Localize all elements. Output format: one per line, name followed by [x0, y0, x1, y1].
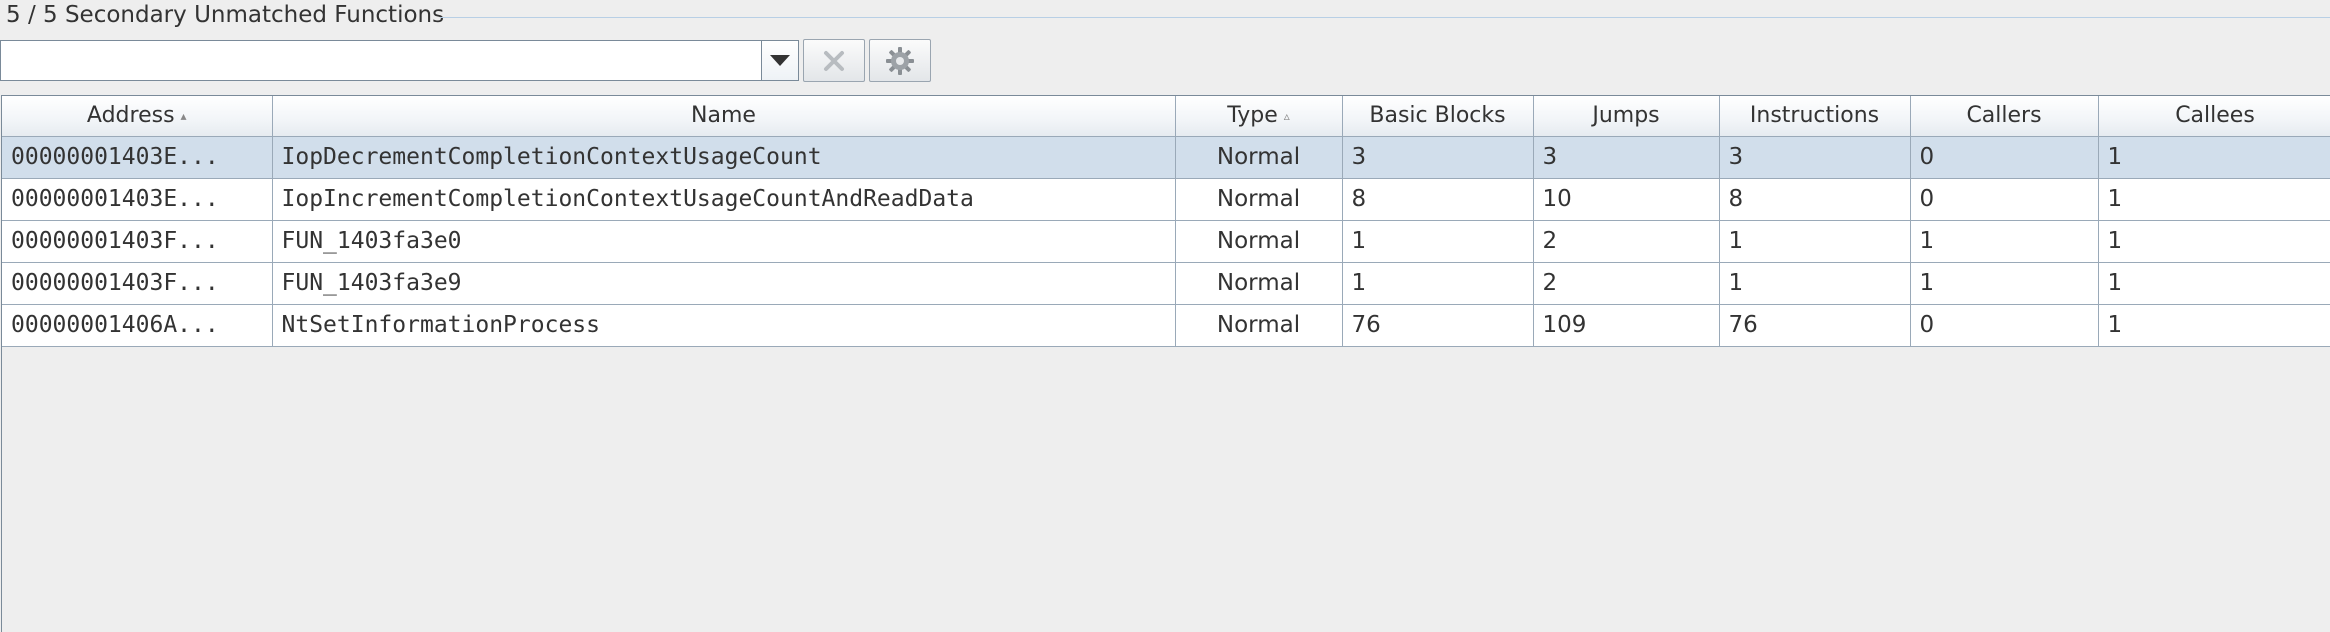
cell-name: NtSetInformationProcess [272, 304, 1176, 347]
table-row[interactable]: 00000001406A... NtSetInformationProcess … [2, 304, 2330, 347]
sort-indicator-icon: ▵ [1283, 109, 1290, 124]
cell-callees: 1 [2098, 178, 2330, 221]
cell-address: 00000001403F... [2, 262, 273, 305]
table-row[interactable]: 00000001403F... FUN_1403fa3e9 Normal 1 2… [2, 262, 2330, 305]
cell-type: Normal [1175, 136, 1343, 179]
cell-callers: 0 [1910, 136, 2099, 179]
clear-filter-button[interactable] [803, 39, 865, 82]
cell-address: 00000001406A... [2, 304, 273, 347]
filter-input[interactable] [1, 41, 761, 80]
cell-instructions: 1 [1719, 262, 1911, 305]
cell-basic-blocks: 1 [1342, 262, 1534, 305]
cell-basic-blocks: 3 [1342, 136, 1534, 179]
column-header-instructions[interactable]: Instructions [1719, 96, 1911, 137]
filter-combobox[interactable] [0, 40, 799, 81]
cell-jumps: 2 [1533, 262, 1720, 305]
cell-name: FUN_1403fa3e0 [272, 220, 1176, 263]
cell-address: 00000001403F... [2, 220, 273, 263]
panel-border-line [440, 17, 2330, 18]
cell-callers: 0 [1910, 178, 2099, 221]
cell-jumps: 2 [1533, 220, 1720, 263]
column-header-callees[interactable]: Callees [2098, 96, 2330, 137]
table-row[interactable]: 00000001403F... FUN_1403fa3e0 Normal 1 2… [2, 220, 2330, 263]
column-header-name[interactable]: Name [272, 96, 1176, 137]
column-header-address[interactable]: Address ▴ [2, 96, 273, 137]
cell-basic-blocks: 1 [1342, 220, 1534, 263]
cell-type: Normal [1175, 178, 1343, 221]
cell-instructions: 3 [1719, 136, 1911, 179]
gear-icon [886, 46, 914, 75]
cell-instructions: 8 [1719, 178, 1911, 221]
functions-grid: Address ▴ Name Type ▵ Basic Blocks Jumps I… [2, 96, 2330, 347]
cell-callees: 1 [2098, 304, 2330, 347]
cell-jumps: 3 [1533, 136, 1720, 179]
functions-table[interactable]: Address ▴ Name Type ▵ Basic Blocks Jumps I… [1, 95, 2330, 632]
cell-instructions: 76 [1719, 304, 1911, 347]
sort-indicator-icon: ▴ [180, 109, 187, 124]
filter-dropdown-button[interactable] [761, 41, 798, 80]
column-header-jumps[interactable]: Jumps [1533, 96, 1720, 137]
panel-border: 5 / 5 Secondary Unmatched Functions [0, 0, 2330, 36]
cell-address: 00000001403E... [2, 178, 273, 221]
chevron-down-icon [770, 55, 790, 66]
cell-type: Normal [1175, 262, 1343, 305]
cell-instructions: 1 [1719, 220, 1911, 263]
cell-callers: 0 [1910, 304, 2099, 347]
table-header-row: Address ▴ Name Type ▵ Basic Blocks Jumps I… [2, 96, 2330, 137]
cell-callees: 1 [2098, 220, 2330, 263]
cell-basic-blocks: 76 [1342, 304, 1534, 347]
cell-address: 00000001403E... [2, 136, 273, 179]
table-row[interactable]: 00000001403E... IopIncrementCompletionCo… [2, 178, 2330, 221]
cell-callers: 1 [1910, 262, 2099, 305]
column-header-basic-blocks[interactable]: Basic Blocks [1342, 96, 1534, 137]
cell-type: Normal [1175, 304, 1343, 347]
settings-button[interactable] [869, 39, 931, 82]
column-header-callers[interactable]: Callers [1910, 96, 2099, 137]
cell-callees: 1 [2098, 262, 2330, 305]
column-header-type[interactable]: Type ▵ [1175, 96, 1343, 137]
cell-name: FUN_1403fa3e9 [272, 262, 1176, 305]
close-icon [824, 50, 844, 71]
cell-name: IopIncrementCompletionContextUsageCountA… [272, 178, 1176, 221]
cell-basic-blocks: 8 [1342, 178, 1534, 221]
panel-title: 5 / 5 Secondary Unmatched Functions [6, 2, 445, 28]
cell-callees: 1 [2098, 136, 2330, 179]
cell-name: IopDecrementCompletionContextUsageCount [272, 136, 1176, 179]
cell-callers: 1 [1910, 220, 2099, 263]
cell-jumps: 109 [1533, 304, 1720, 347]
cell-type: Normal [1175, 220, 1343, 263]
filter-toolbar [0, 39, 931, 82]
table-row[interactable]: 00000001403E... IopDecrementCompletionCo… [2, 136, 2330, 179]
cell-jumps: 10 [1533, 178, 1720, 221]
